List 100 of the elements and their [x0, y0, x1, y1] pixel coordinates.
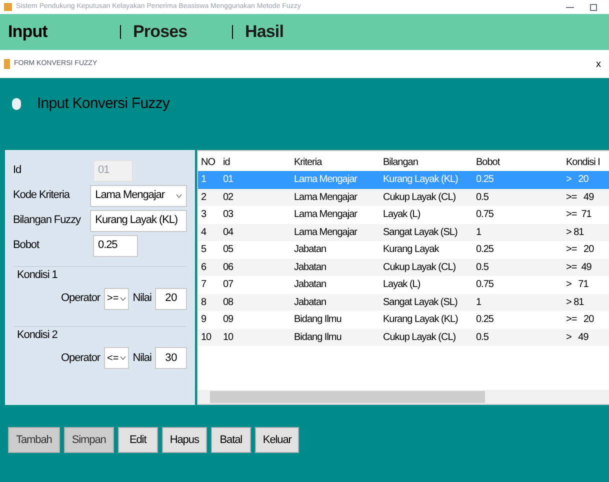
table-cell-text: 8: [201, 296, 208, 310]
table-cell-text: Lama Mengajar: [294, 226, 358, 240]
table-cell-text: Layak (L): [383, 208, 422, 222]
table-cell-text: 4: [201, 226, 208, 240]
maximize-button[interactable]: [590, 4, 597, 10]
table-cell-text: 09: [223, 313, 234, 328]
table-cell-text: Bidang Ilmu: [294, 330, 342, 345]
table-cell-text: Bidang Ilmu: [294, 313, 342, 328]
table-cell-text: 0.5: [476, 190, 490, 205]
action-button[interactable]: Batal: [210, 427, 251, 453]
table-cell-text: 0.75: [476, 278, 494, 292]
app-icon: [4, 3, 12, 11]
table-cell-text: Kurang Layak (KL): [383, 173, 459, 188]
action-button[interactable]: Hapus: [162, 427, 207, 453]
table-cell-text: Kurang Layak (KL): [383, 313, 459, 328]
table-cell-text: 03: [223, 208, 234, 222]
table-cell-text: > 81: [566, 296, 585, 310]
table-cell-text: 04: [223, 226, 234, 240]
nilai-label: Nilai: [132, 350, 152, 366]
field-label: Bilangan Fuzzy: [13, 213, 82, 228]
minimize-button[interactable]: [566, 6, 574, 8]
table-cell-text: Sangat Layak (SL): [383, 226, 458, 240]
field-label: Bobot: [13, 238, 40, 254]
operator-dropdown[interactable]: <=: [104, 347, 129, 369]
table-cell-text: Jabatan: [294, 278, 328, 292]
table-cell-text: 08: [223, 296, 234, 310]
table-cell-text: 0.5: [476, 260, 490, 275]
table-cell-text: Jabatan: [294, 296, 328, 310]
table-cell-text: >= 20: [566, 313, 595, 328]
input-field[interactable]: 30: [155, 347, 187, 369]
action-button[interactable]: Keluar: [254, 427, 300, 453]
table-cell-text: 0.25: [476, 243, 494, 258]
table-cell-text: 7: [201, 278, 208, 292]
table-cell-text: >= 20: [566, 243, 595, 258]
table-cell-text: Kurang Layak: [383, 243, 440, 258]
table-cell-text: 05: [223, 243, 234, 258]
column-header[interactable]: Kondisi I: [566, 154, 606, 170]
horizontal-scrollbar[interactable]: [198, 390, 609, 404]
table-cell-text: >= 49: [566, 260, 592, 275]
table-cell-text: 2: [201, 190, 208, 205]
menu-tab[interactable]: Input: [8, 19, 48, 45]
dropdown[interactable]: Lama Mengajar: [90, 184, 187, 206]
table-cell-text: 1: [476, 226, 482, 240]
operator-label: Operator: [61, 291, 100, 306]
table-cell-text: Jabatan: [294, 243, 328, 258]
form-heading: Input Konversi Fuzzy: [37, 94, 170, 114]
table-cell-text: > 81: [566, 226, 585, 240]
menu-tab[interactable]: Hasil: [245, 19, 284, 45]
table-cell-text: 02: [223, 190, 234, 205]
table-cell-text: 0.5: [476, 330, 490, 345]
nilai-label: Nilai: [132, 291, 152, 306]
table-cell-text: 06: [223, 260, 234, 275]
table-row[interactable]: 4 04 Lama Mengajar Sangat Layak (SL) 1 > 81: [198, 224, 609, 241]
close-button[interactable]: x: [596, 56, 601, 72]
table-cell-text: > 20: [566, 173, 590, 188]
column-header[interactable]: Bilangan: [383, 154, 476, 170]
table-cell-text: 0.75: [476, 208, 494, 222]
table-cell-text: 3: [201, 208, 208, 222]
table-cell-text: 6: [201, 260, 208, 275]
table-cell-text: Sangat Layak (SL): [383, 296, 458, 310]
column-header[interactable]: Bobot: [476, 154, 566, 170]
table-cell-text: Lama Mengajar: [294, 173, 358, 188]
table-cell-text: Lama Mengajar: [294, 190, 358, 205]
table-cell-text: 01: [223, 173, 234, 188]
table-cell-text: Layak (L): [383, 278, 422, 292]
table-cell-text: 5: [201, 243, 208, 258]
table-cell-text: Cukup Layak (CL): [383, 190, 457, 205]
table-cell-text: 0.25: [476, 313, 494, 328]
table-row[interactable]: 8 08 Jabatan Sangat Layak (SL) 1 > 81: [198, 294, 609, 311]
input-field[interactable]: 0.25: [93, 234, 138, 256]
column-header[interactable]: NO: [201, 154, 223, 170]
field-label: Id: [13, 163, 22, 178]
input-field[interactable]: 20: [155, 288, 187, 310]
table-cell-text: 07: [223, 278, 234, 292]
input-field[interactable]: Kurang Layak (KL): [90, 210, 187, 232]
table-cell-text: 0.25: [476, 173, 494, 188]
table-cell-text: 10: [223, 330, 234, 345]
table-cell-text: > 71: [566, 278, 590, 292]
group-title: Kondisi 2: [17, 328, 58, 342]
caret-icon: [176, 194, 182, 198]
table-cell-text: > 49: [566, 330, 590, 345]
caret-icon: [120, 356, 126, 360]
group-title: Kondisi 1: [17, 268, 58, 283]
column-header[interactable]: id: [223, 154, 294, 170]
menu-tab[interactable]: Proses: [133, 19, 188, 45]
operator-label: Operator: [61, 350, 100, 366]
operator-dropdown[interactable]: >=: [104, 288, 129, 310]
table-row[interactable]: 10 10 Bidang Ilmu Cukup Layak (CL) 0.5 > 49: [198, 328, 609, 346]
table-cell-text: Jabatan: [294, 260, 328, 275]
table-cell-text: 1: [476, 296, 482, 310]
scrollbar-thumb[interactable]: [210, 391, 485, 403]
column-header[interactable]: Kriteria: [294, 154, 383, 170]
table-cell-text: Lama Mengajar: [294, 208, 358, 222]
table-row[interactable]: 2 02 Lama Mengajar Cukup Layak (CL) 0.5 >= 49: [198, 188, 609, 206]
table-cell-text: 1: [201, 173, 208, 188]
info-icon: [12, 98, 21, 110]
action-button[interactable]: Edit: [118, 427, 158, 453]
table-cell-text: >= 49: [566, 190, 595, 205]
table-row[interactable]: 6 06 Jabatan Cukup Layak (CL) 0.5 >= 49: [198, 258, 609, 276]
table-cell-text: Cukup Layak (CL): [383, 330, 457, 345]
